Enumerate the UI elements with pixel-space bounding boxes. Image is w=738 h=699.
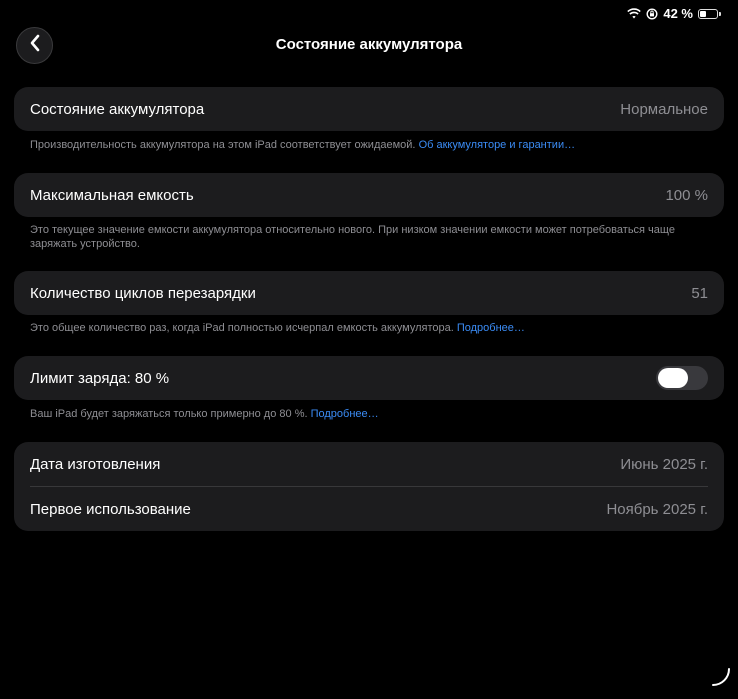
orientation-lock-icon bbox=[646, 7, 658, 20]
cycle-count-label: Количество циклов перезарядки bbox=[30, 284, 256, 302]
manufacture-date-value: Июнь 2025 г. bbox=[620, 455, 708, 473]
battery-health-group: Состояние аккумулятора Нормальное bbox=[14, 87, 724, 131]
battery-health-footer: Производительность аккумулятора на этом … bbox=[30, 138, 710, 152]
wifi-icon bbox=[627, 8, 642, 19]
battery-fill bbox=[700, 10, 706, 17]
status-bar: 42 % bbox=[627, 6, 721, 21]
max-capacity-row: Максимальная емкость 100 % bbox=[14, 173, 724, 217]
charge-limit-footer: Ваш iPad будет заряжаться только примерн… bbox=[30, 407, 710, 421]
first-use-label: Первое использование bbox=[30, 500, 191, 518]
battery-health-value: Нормальное bbox=[620, 100, 708, 118]
manufacture-date-row: Дата изготовления Июнь 2025 г. bbox=[14, 442, 724, 486]
max-capacity-value: 100 % bbox=[665, 186, 708, 204]
charge-limit-label: Лимит заряда: 80 % bbox=[30, 369, 170, 387]
battery-health-footer-text: Производительность аккумулятора на этом … bbox=[30, 139, 416, 151]
battery-percent: 42 % bbox=[663, 6, 693, 21]
first-use-row: Первое использование Ноябрь 2025 г. bbox=[14, 487, 724, 531]
charge-limit-toggle[interactable] bbox=[656, 366, 708, 390]
charge-limit-row: Лимит заряда: 80 % bbox=[14, 356, 724, 400]
corner-arc-icon bbox=[710, 666, 732, 693]
cycle-count-footer: Это общее количество раз, когда iPad пол… bbox=[30, 321, 710, 335]
battery-health-row: Состояние аккумулятора Нормальное bbox=[14, 87, 724, 131]
battery-health-label: Состояние аккумулятора bbox=[30, 100, 205, 118]
max-capacity-footer: Это текущее значение емкости аккумулятор… bbox=[30, 223, 710, 251]
charge-limit-more-link[interactable]: Подробнее… bbox=[311, 408, 379, 420]
manufacture-date-label: Дата изготовления bbox=[30, 455, 161, 473]
max-capacity-label: Максимальная емкость bbox=[30, 186, 194, 204]
max-capacity-footer-text: Это текущее значение емкости аккумулятор… bbox=[30, 224, 675, 250]
cycle-count-more-link[interactable]: Подробнее… bbox=[457, 322, 525, 334]
max-capacity-group: Максимальная емкость 100 % bbox=[14, 173, 724, 217]
first-use-value: Ноябрь 2025 г. bbox=[606, 500, 708, 518]
cycle-count-row: Количество циклов перезарядки 51 bbox=[14, 271, 724, 315]
cycle-count-group: Количество циклов перезарядки 51 bbox=[14, 271, 724, 315]
dates-group: Дата изготовления Июнь 2025 г. Первое ис… bbox=[14, 442, 724, 531]
battery-warranty-link[interactable]: Об аккумуляторе и гарантии… bbox=[419, 139, 576, 151]
cycle-count-footer-text: Это общее количество раз, когда iPad пол… bbox=[30, 322, 454, 334]
cycle-count-value: 51 bbox=[691, 284, 708, 302]
page-title: Состояние аккумулятора bbox=[275, 36, 463, 53]
toggle-knob bbox=[658, 368, 688, 388]
charge-limit-group: Лимит заряда: 80 % bbox=[14, 356, 724, 400]
battery-icon bbox=[698, 8, 721, 19]
charge-limit-footer-text: Ваш iPad будет заряжаться только примерн… bbox=[30, 408, 308, 420]
